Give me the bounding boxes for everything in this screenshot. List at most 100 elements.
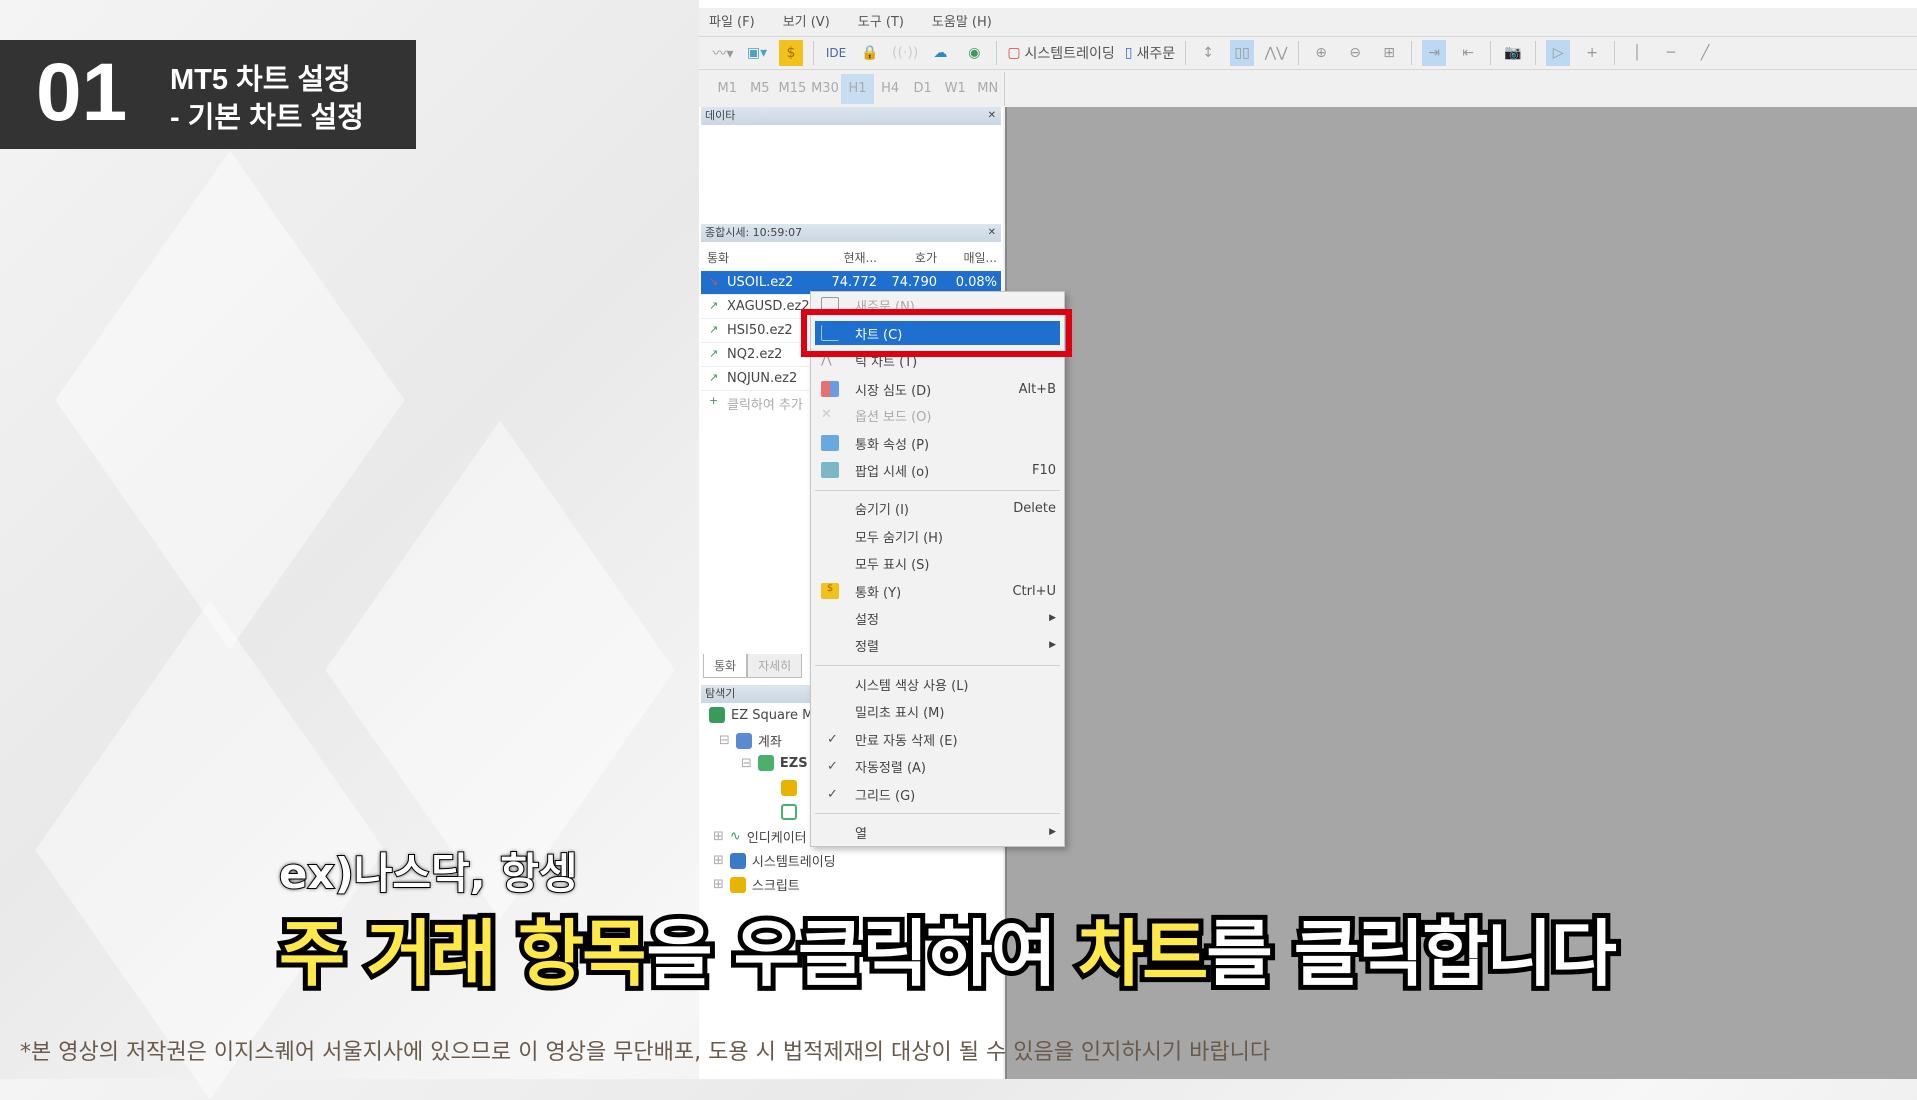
expand-icon: ⊞ [713, 853, 724, 868]
tile-icon[interactable]: ⊞ [1377, 40, 1401, 66]
close-icon[interactable]: ✕ [988, 107, 996, 125]
new-order-button[interactable]: ▯ 새주문 [1125, 40, 1175, 66]
horizontal-line-icon[interactable]: ─ [1659, 40, 1683, 66]
timeframe-bar: M1 M5 M15 M30 H1 H4 D1 W1 MN [699, 72, 1005, 106]
navigator-item-system-trading[interactable]: ⊞ 시스템트레이딩 [713, 851, 836, 870]
menu-item-settings[interactable]: 설정 ▶ [815, 606, 1060, 630]
cursor-icon[interactable]: ▷ [1546, 40, 1571, 66]
cloud-icon[interactable]: ☁ [928, 40, 952, 66]
chart-shift-icon[interactable]: ⇤ [1456, 40, 1480, 66]
crosshair-icon[interactable]: + [1580, 40, 1604, 66]
context-menu: 새주문 (N) 차트 (C) ⋀ 틱 차트 (T) 시장 심도 (D) Alt+B … [810, 291, 1065, 847]
menu-item-hide-all[interactable]: 모두 숨기기 (H) [815, 524, 1060, 548]
menu-shortcut: Alt+B [1018, 381, 1056, 397]
menu-label: 통화 (Y) [855, 585, 902, 601]
profiles-icon[interactable]: ▣▾ [745, 40, 769, 66]
autoscroll-icon[interactable]: ⇥ [1422, 40, 1447, 66]
symbols-icon[interactable]: $ [779, 40, 803, 66]
menu-item-option-board[interactable]: ✕ 옵션 보드 (O) [815, 403, 1060, 427]
zoom-in-icon[interactable]: ⊕ [1309, 40, 1333, 66]
zoom-out-icon[interactable]: ⊖ [1343, 40, 1367, 66]
timeframe-h4[interactable]: H4 [874, 74, 907, 104]
toolbar-divider [1298, 41, 1300, 65]
column-change[interactable]: 매일... [941, 249, 1001, 266]
menu-label: 설정 [855, 612, 879, 628]
screenshot-icon[interactable]: 📷 [1501, 40, 1525, 66]
menu-item-market-depth[interactable]: 시장 심도 (D) Alt+B [815, 377, 1060, 401]
timeframe-w1[interactable]: W1 [939, 74, 972, 104]
expand-icon: ⊞ [713, 877, 724, 892]
new-chart-icon[interactable]: 〰▾ [711, 40, 735, 66]
up-arrow-icon: ↗ [709, 323, 719, 336]
signal-icon[interactable]: ((·)) [892, 40, 918, 66]
menu-item-milliseconds[interactable]: 밀리초 표시 (M) [815, 699, 1060, 723]
accounts-icon [735, 732, 752, 749]
menu-item-hide[interactable]: 숨기기 (I) Delete [815, 496, 1060, 520]
caption-text: 을 우클릭하여 [641, 907, 1078, 1001]
menu-label: 팝업 시세 (o) [855, 464, 930, 480]
symbol-name: HSI50.ez2 [727, 323, 793, 338]
tab-symbols[interactable]: 통화 [703, 654, 748, 678]
candlestick-icon[interactable]: ▯▯ [1230, 40, 1255, 66]
menu-item-auto-remove-expired[interactable]: ✓ 만료 자동 삭제 (E) [815, 727, 1060, 751]
timeframe-m5[interactable]: M5 [744, 74, 777, 104]
column-symbol[interactable]: 통화 [701, 249, 821, 266]
menu-view[interactable]: 보기 (V) [783, 11, 830, 30]
lock-icon[interactable]: 🔒 [858, 40, 882, 66]
ide-button[interactable]: IDE [824, 40, 848, 66]
timeframe-mn[interactable]: MN [972, 74, 1005, 104]
navigator-item-accounts[interactable]: ⊟ 계좌 [719, 731, 782, 750]
menu-label: 그리드 (G) [855, 788, 916, 804]
market-watch-tabs: 통화 자세히 [703, 654, 803, 678]
system-trading-button[interactable]: ▢ 시스템트레이딩 [1007, 40, 1114, 66]
copyright-notice: *본 영상의 저작권은 이지스퀘어 서울지사에 있으므로 이 영상을 무단배포,… [20, 1040, 1271, 1065]
timeframe-d1[interactable]: D1 [906, 74, 939, 104]
trendline-icon[interactable]: ╱ [1693, 40, 1717, 66]
menu-label: 모두 숨기기 (H) [855, 530, 943, 546]
vertical-line-icon[interactable]: │ [1625, 40, 1649, 66]
down-arrow-icon: ↘ [709, 275, 719, 288]
close-icon[interactable]: ✕ [988, 224, 996, 242]
menu-item-popup-prices[interactable]: 팝업 시세 (o) F10 [815, 458, 1060, 482]
menu-item-columns[interactable]: 열 ▶ [815, 820, 1060, 844]
menu-item-auto-arrange[interactable]: ✓ 자동정렬 (A) [815, 754, 1060, 778]
menu-item-show-all[interactable]: 모두 표시 (S) [815, 551, 1060, 575]
menu-item-grid[interactable]: ✓ 그리드 (G) [815, 782, 1060, 806]
menu-label: 옵션 보드 (O) [855, 409, 932, 425]
menu-item-system-colors[interactable]: 시스템 색상 사용 (L) [815, 672, 1060, 696]
toolbar-divider [1185, 41, 1187, 65]
menu-shortcut: Delete [1013, 500, 1056, 516]
timeframe-h1[interactable]: H1 [841, 74, 874, 104]
menu-item-sort[interactable]: 정렬 ▶ [815, 633, 1060, 657]
menu-separator [815, 813, 1060, 814]
tree-label: 시스템트레이딩 [751, 855, 836, 870]
column-ask[interactable]: 호가 [881, 249, 941, 266]
column-bid[interactable]: 현재... [821, 249, 881, 266]
menu-shortcut: Ctrl+U [1012, 583, 1056, 599]
menu-help[interactable]: 도움말 (H) [932, 11, 992, 30]
timeframe-m1[interactable]: M1 [711, 74, 744, 104]
navigator-item-scripts[interactable]: ⊞ 스크립트 [713, 875, 800, 894]
ask-value: 74.790 [891, 275, 938, 290]
sort-icon[interactable]: ↕ [1196, 40, 1220, 66]
menu-file[interactable]: 파일 (F) [709, 11, 755, 30]
navigator-item-account[interactable]: ⊟ EZS [741, 755, 808, 771]
tab-details[interactable]: 자세히 [747, 654, 803, 678]
timeframe-m15[interactable]: M15 [776, 74, 809, 104]
menu-label: 정렬 [855, 639, 879, 655]
navigator-item-indicators[interactable]: ⊞ ∿ 인디케이터 [713, 827, 807, 846]
menu-item-symbols[interactable]: $ 통화 (Y) Ctrl+U [815, 579, 1060, 603]
menu-tools[interactable]: 도구 (T) [858, 11, 904, 30]
line-chart-icon[interactable]: ⋀⋁ [1264, 40, 1288, 66]
order-icon: ▯ [1124, 45, 1133, 61]
navigator-item-user[interactable] [781, 804, 797, 820]
background-shape [55, 150, 405, 650]
navigator-item-user[interactable] [781, 780, 797, 796]
symbol-name: XAGUSD.ez2 [727, 299, 810, 314]
tree-label: 스크립트 [751, 879, 800, 894]
menu-item-symbol-properties[interactable]: 통화 속성 (P) [815, 431, 1060, 455]
globe-icon[interactable]: ◉ [962, 40, 986, 66]
check-icon: ✓ [827, 786, 838, 802]
section-subtitle: - 기본 차트 설정 [170, 102, 364, 134]
timeframe-m30[interactable]: M30 [809, 74, 842, 104]
